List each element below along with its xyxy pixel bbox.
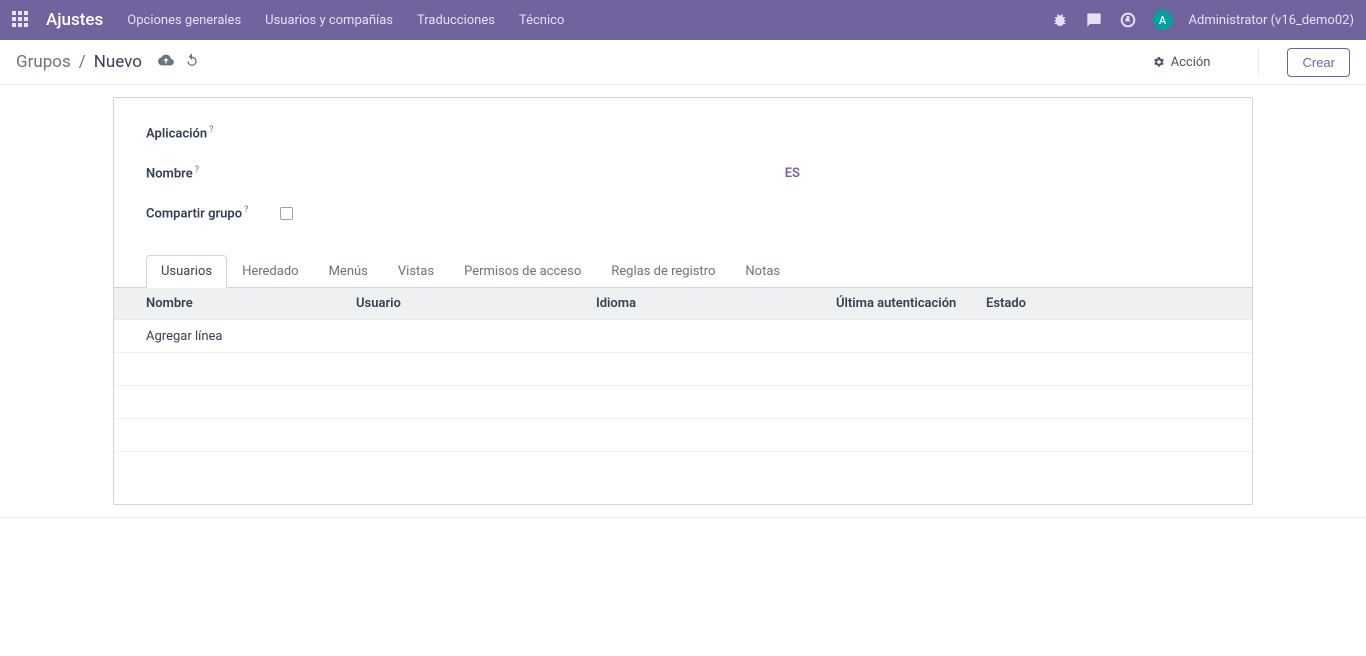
tab-heredado[interactable]: Heredado xyxy=(227,255,314,288)
help-icon[interactable]: ? xyxy=(195,165,199,175)
control-bar: Grupos / Nuevo Acción Crear xyxy=(0,40,1366,85)
tab-menus[interactable]: Menús xyxy=(314,255,383,288)
nav-usuarios-companias[interactable]: Usuarios y compañías xyxy=(265,13,393,28)
cloud-upload-icon[interactable] xyxy=(158,52,174,73)
share-group-checkbox[interactable] xyxy=(280,207,293,220)
language-badge[interactable]: ES xyxy=(785,166,800,181)
help-icon[interactable]: ? xyxy=(244,205,248,215)
topbar: Ajustes Opciones generales Usuarios y co… xyxy=(0,0,1366,40)
col-estado[interactable]: Estado xyxy=(986,296,1220,311)
table-header: Nombre Usuario Idioma Última autenticaci… xyxy=(114,288,1252,320)
table-row: Agregar línea xyxy=(114,320,1252,353)
avatar-initial: A xyxy=(1159,14,1166,27)
tab-vistas[interactable]: Vistas xyxy=(383,255,449,288)
field-name: Nombre? ES xyxy=(146,162,1220,184)
divider xyxy=(1258,49,1259,75)
apps-icon[interactable] xyxy=(12,11,30,29)
create-button[interactable]: Crear xyxy=(1287,48,1350,77)
avatar[interactable]: A xyxy=(1153,10,1173,30)
add-line-button[interactable]: Agregar línea xyxy=(146,329,222,344)
table-row xyxy=(114,386,1252,419)
top-nav: Opciones generales Usuarios y compañías … xyxy=(127,13,1034,28)
action-dropdown[interactable]: Acción xyxy=(1153,55,1211,70)
chat-icon[interactable] xyxy=(1085,11,1103,29)
nav-tecnico[interactable]: Técnico xyxy=(519,13,564,28)
table-row xyxy=(114,353,1252,386)
nav-traducciones[interactable]: Traducciones xyxy=(417,13,495,28)
name-label: Nombre? xyxy=(146,165,199,181)
brand-title[interactable]: Ajustes xyxy=(46,10,103,30)
share-label: Compartir grupo? xyxy=(146,205,248,221)
username-label[interactable]: Administrator (v16_demo02) xyxy=(1189,13,1354,28)
bug-icon[interactable] xyxy=(1051,11,1069,29)
table-footer xyxy=(114,452,1252,504)
breadcrumb-parent[interactable]: Grupos xyxy=(16,52,71,72)
col-nombre[interactable]: Nombre xyxy=(146,296,356,311)
breadcrumb: Grupos / Nuevo xyxy=(16,52,200,73)
col-usuario[interactable]: Usuario xyxy=(356,296,596,311)
nav-opciones-generales[interactable]: Opciones generales xyxy=(127,13,241,28)
tab-usuarios[interactable]: Usuarios xyxy=(146,255,227,288)
field-share-group: Compartir grupo? xyxy=(146,202,1220,224)
field-application: Aplicación? xyxy=(146,122,1220,144)
help-icon[interactable]: ? xyxy=(209,125,213,135)
tabs: Usuarios Heredado Menús Vistas Permisos … xyxy=(114,254,1252,288)
discard-icon[interactable] xyxy=(184,52,200,73)
breadcrumb-separator: / xyxy=(79,52,86,72)
col-idioma[interactable]: Idioma xyxy=(596,296,836,311)
col-ultima-auth[interactable]: Última autenticación xyxy=(836,296,986,311)
action-label: Acción xyxy=(1171,55,1211,70)
topbar-right: A Administrator (v16_demo02) xyxy=(1051,10,1354,30)
gear-icon xyxy=(1153,56,1165,68)
users-table: Nombre Usuario Idioma Última autenticaci… xyxy=(114,288,1252,504)
application-label: Aplicación? xyxy=(146,125,213,141)
clock-icon[interactable] xyxy=(1119,11,1137,29)
form-sheet: Aplicación? Nombre? ES Compartir grupo? … xyxy=(113,97,1253,505)
tab-reglas[interactable]: Reglas de registro xyxy=(596,255,730,288)
breadcrumb-current: Nuevo xyxy=(94,52,142,72)
tab-notas[interactable]: Notas xyxy=(730,255,795,288)
tab-permisos[interactable]: Permisos de acceso xyxy=(449,255,596,288)
table-row xyxy=(114,419,1252,452)
